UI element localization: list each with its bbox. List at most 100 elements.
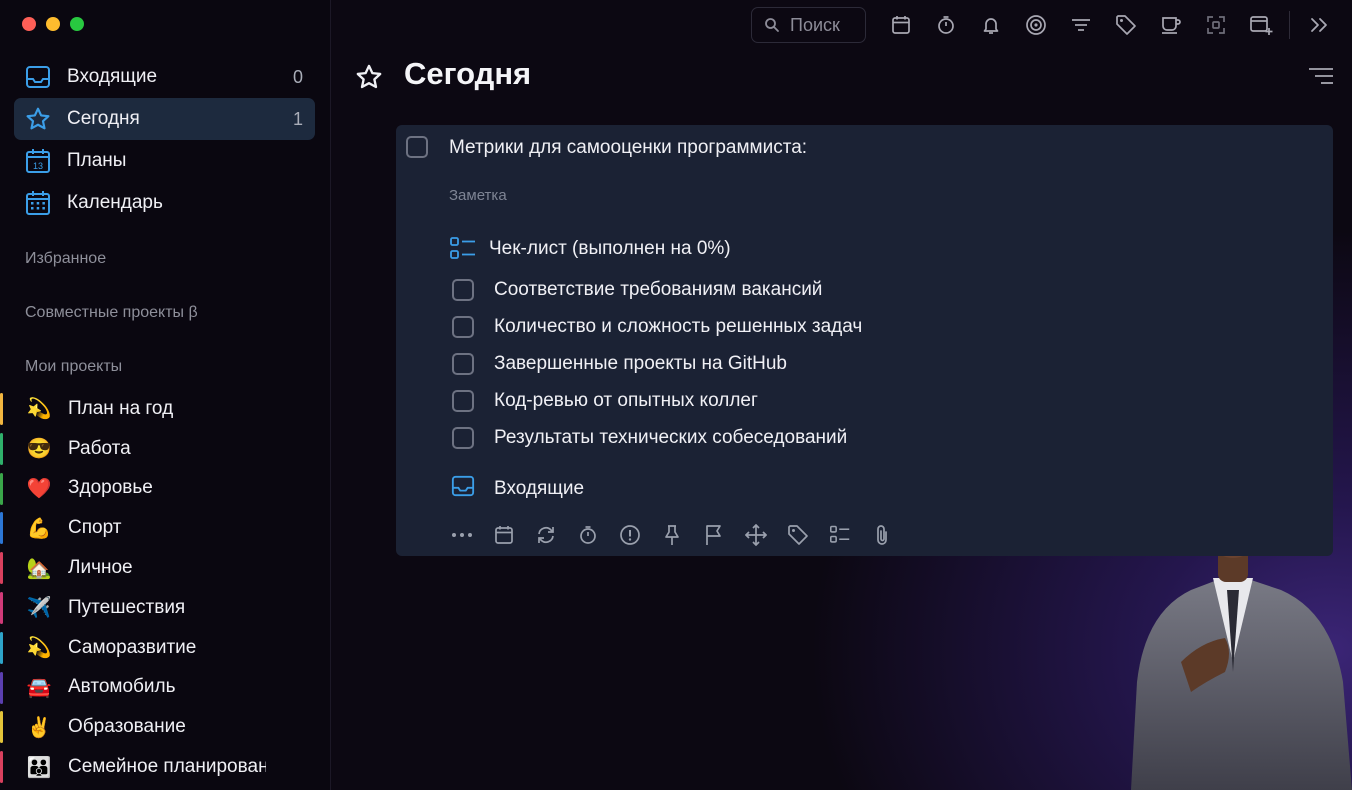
project-color-bar (0, 631, 3, 664)
chevron-double-right-icon[interactable] (1296, 6, 1341, 44)
project-emoji-icon: ✌️ (26, 716, 52, 739)
project-color-bar (0, 472, 3, 505)
project-color-bar (0, 432, 3, 465)
bell-icon[interactable] (968, 6, 1013, 44)
checklist-item-checkbox[interactable] (452, 353, 474, 375)
move-icon[interactable] (735, 521, 777, 549)
zoom-window-button[interactable] (70, 17, 84, 31)
checklist-item[interactable]: Результаты технических собеседований (452, 427, 847, 449)
project-emoji-icon: 🚘 (26, 676, 52, 699)
project-emoji-icon: ✈️ (26, 597, 52, 620)
search-icon (765, 18, 779, 32)
project-item[interactable]: ✌️ Образование (0, 707, 330, 747)
project-label: План на год (68, 397, 174, 419)
timer-icon[interactable] (923, 6, 968, 44)
sidebar-item-label: Сегодня (67, 108, 140, 129)
checklist-item-checkbox[interactable] (452, 316, 474, 338)
more-icon[interactable] (441, 521, 483, 549)
minimize-window-button[interactable] (46, 17, 60, 31)
sidebar-item-count: 0 (292, 66, 303, 87)
project-color-bar (0, 591, 3, 624)
project-emoji-icon: 🏡 (26, 557, 52, 580)
checklist-item-label: Завершенные проекты на GitHub (494, 353, 787, 374)
main-content: Поиск Сегодня Метрики для самооценки про… (331, 0, 1352, 790)
checklist-item[interactable]: Завершенные проекты на GitHub (452, 353, 787, 375)
note-field[interactable]: Заметка (449, 187, 507, 204)
flag-icon[interactable] (693, 521, 735, 549)
task-actions (441, 521, 903, 549)
project-color-bar (0, 512, 3, 545)
pin-icon[interactable] (651, 521, 693, 549)
project-label: Личное (68, 557, 133, 579)
project-item[interactable]: 😎 Работа (0, 429, 330, 469)
project-color-bar (0, 552, 3, 585)
checklist-item-checkbox[interactable] (452, 427, 474, 449)
checklist-item[interactable]: Соответствие требованиям вакансий (452, 279, 822, 301)
project-item[interactable]: 👪 Семейное планирование (0, 747, 330, 787)
close-window-button[interactable] (22, 17, 36, 31)
inbox-icon (24, 63, 52, 91)
checklist-item-checkbox[interactable] (452, 279, 474, 301)
project-label: Здоровье (68, 477, 153, 499)
sidebar-item-label: Планы (67, 150, 127, 171)
project-emoji-icon: 💫 (26, 398, 52, 421)
sidebar-item-calendar[interactable]: Календарь (14, 182, 315, 224)
project-item[interactable]: 💪 Спорт (0, 508, 330, 548)
project-item[interactable]: 💫 Саморазвитие (0, 628, 330, 668)
sidebar-nav: Входящие 0 Сегодня 1 13 Планы Календарь (14, 56, 315, 224)
sidebar-item-inbox[interactable]: Входящие 0 (14, 56, 315, 98)
project-item[interactable]: ✈️ Путешествия (0, 588, 330, 628)
focus-frame-icon[interactable] (1193, 6, 1238, 44)
section-shared-projects[interactable]: Совместные проекты β (25, 304, 198, 322)
section-my-projects[interactable]: Мои проекты (25, 358, 122, 376)
toolbar-divider (1289, 11, 1290, 39)
priority-icon[interactable] (609, 521, 651, 549)
project-emoji-icon: 😎 (26, 438, 52, 461)
checklist-item[interactable]: Количество и сложность решенных задач (452, 316, 862, 338)
checklist-title: Чек-лист (выполнен на 0%) (489, 238, 731, 259)
project-emoji-icon: 💪 (26, 517, 52, 540)
attachment-icon[interactable] (861, 521, 903, 549)
sidebar-item-label: Входящие (67, 66, 158, 87)
task-project-link[interactable]: Входящие (451, 474, 584, 503)
project-label: Путешествия (68, 596, 186, 618)
project-emoji-icon: ❤️ (26, 477, 52, 500)
sort-icon[interactable] (1308, 66, 1334, 91)
sidebar-item-plans[interactable]: 13 Планы (14, 140, 315, 182)
calendar-icon[interactable] (483, 521, 525, 549)
checklist-icon (449, 236, 477, 267)
tag-icon[interactable] (1103, 6, 1148, 44)
task-card: Метрики для самооценки программиста: Зам… (396, 125, 1333, 556)
project-item[interactable]: 🚘 Автомобиль (0, 668, 330, 708)
checklist-item-checkbox[interactable] (452, 390, 474, 412)
project-color-bar (0, 751, 3, 784)
project-label: Саморазвитие (68, 636, 197, 658)
calendar-icon[interactable] (878, 6, 923, 44)
filter-icon[interactable] (1058, 6, 1103, 44)
project-label: Спорт (68, 517, 122, 539)
search-input[interactable]: Поиск (751, 7, 866, 43)
task-checkbox[interactable] (406, 136, 428, 158)
add-window-icon[interactable] (1238, 6, 1283, 44)
star-icon (355, 63, 383, 96)
project-emoji-icon: 💫 (26, 637, 52, 660)
project-item[interactable]: ❤️ Здоровье (0, 469, 330, 509)
search-placeholder: Поиск (790, 14, 840, 35)
repeat-icon[interactable] (525, 521, 567, 549)
project-label: Работа (68, 437, 131, 459)
section-favorites[interactable]: Избранное (25, 250, 106, 268)
project-color-bar (0, 393, 3, 425)
checklist-item-label: Результаты технических собеседований (494, 427, 848, 448)
coffee-cup-icon[interactable] (1148, 6, 1193, 44)
sidebar-item-today[interactable]: Сегодня 1 (14, 98, 315, 140)
project-label: Автомобиль (68, 676, 176, 698)
project-item[interactable]: 💫 План на год (0, 389, 330, 429)
checklist-icon[interactable] (819, 521, 861, 549)
radar-icon[interactable] (1013, 6, 1058, 44)
calendar-icon-day: 13 (33, 161, 43, 171)
task-title[interactable]: Метрики для самооценки программиста: (449, 137, 807, 159)
project-item[interactable]: 🏡 Личное (0, 548, 330, 588)
checklist-item[interactable]: Код-ревью от опытных коллег (452, 390, 758, 412)
tag-icon[interactable] (777, 521, 819, 549)
timer-icon[interactable] (567, 521, 609, 549)
